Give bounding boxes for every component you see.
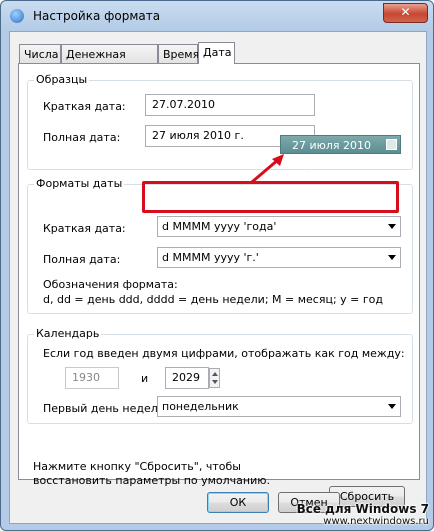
annotation-arrow [251,154,284,184]
watermark: Все для Windows 7 www.nextwindows.ru [297,502,429,527]
tab-date[interactable]: Дата [198,42,235,64]
highlight-box [142,181,399,213]
watermark-line2: www.nextwindows.ru [323,516,429,527]
format-preview-tooltip: 27 июля 2010 года [280,135,401,171]
watermark-line1: Все для Windows 7 [296,502,429,516]
dialog-window: Настройка формата ✕ Числа Денежная едини… [0,0,434,531]
tooltip-square-icon [386,139,397,150]
